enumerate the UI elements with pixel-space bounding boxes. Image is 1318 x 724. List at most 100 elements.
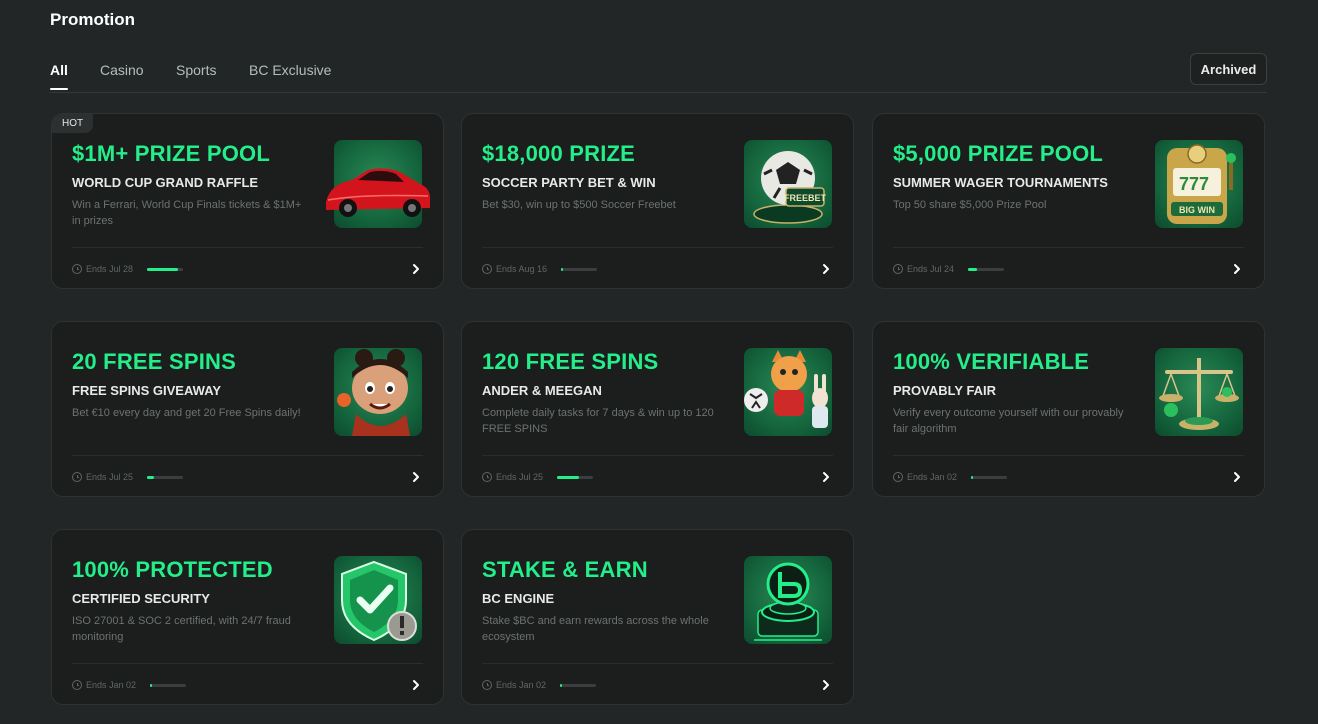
svg-text:777: 777: [1179, 174, 1209, 194]
tab-bc-exclusive[interactable]: BC Exclusive: [249, 62, 331, 78]
progress-fill: [560, 683, 563, 687]
promo-card[interactable]: 20 FREE SPINS FREE SPINS GIVEAWAY Bet €1…: [51, 321, 444, 497]
promo-card[interactable]: $5,000 PRIZE POOL SUMMER WAGER TOURNAMEN…: [872, 113, 1265, 289]
end-date: Ends Aug 16: [496, 264, 548, 274]
promo-subtitle: PROVABLY FAIR: [893, 383, 997, 398]
clock-icon: [893, 472, 903, 482]
progress-bar: [150, 683, 187, 687]
soccer-ball-freebet-icon: FREEBET: [744, 140, 832, 228]
progress-bar: [561, 267, 598, 271]
promo-footer: Ends Jul 24: [893, 263, 1005, 275]
balance-scale-icon: [1155, 348, 1243, 436]
progress-fill: [971, 475, 974, 479]
tab-casino[interactable]: Casino: [100, 62, 144, 78]
promo-card[interactable]: 100% PROTECTED CERTIFIED SECURITY ISO 27…: [51, 529, 444, 705]
divider: [72, 455, 423, 456]
promo-footer: Ends Jan 02: [72, 679, 187, 691]
promo-card[interactable]: HOT $1M+ PRIZE POOL WORLD CUP GRAND RAFF…: [51, 113, 444, 289]
shield-check-icon: [334, 556, 422, 644]
progress-fill: [557, 475, 579, 479]
cat-and-rabbit-icon: [744, 348, 832, 436]
progress-bar: [147, 267, 184, 271]
chevron-right-icon[interactable]: [409, 678, 423, 692]
promo-description: Stake $BC and earn rewards across the wh…: [482, 615, 709, 643]
promo-subtitle: FREE SPINS GIVEAWAY: [72, 383, 222, 398]
end-date: Ends Jul 25: [86, 472, 134, 482]
progress-bar: [557, 475, 594, 479]
divider: [72, 663, 423, 664]
promo-card[interactable]: 100% VERIFIABLE PROVABLY FAIR Verify eve…: [872, 321, 1265, 497]
promo-title: 100% VERIFIABLE: [893, 349, 1090, 374]
progress-fill: [147, 267, 178, 271]
progress-bar: [971, 475, 1008, 479]
slot-machine-icon: 777 BIG WIN: [1155, 140, 1243, 228]
clock-icon: [482, 680, 492, 690]
promo-subtitle: CERTIFIED SECURITY: [72, 591, 210, 606]
tab-all[interactable]: All: [50, 62, 68, 90]
promo-card[interactable]: STAKE & EARN BC ENGINE Stake $BC and ear…: [461, 529, 854, 705]
end-date: Ends Jan 02: [496, 680, 547, 690]
chevron-right-icon[interactable]: [1230, 262, 1244, 276]
chevron-right-icon[interactable]: [409, 470, 423, 484]
divider: [482, 455, 833, 456]
chevron-right-icon[interactable]: [409, 262, 423, 276]
clock-icon: [482, 264, 492, 274]
progress-fill: [147, 475, 155, 479]
svg-text:FREEBET: FREEBET: [784, 193, 827, 203]
end-date: Ends Jul 25: [496, 472, 544, 482]
chevron-right-icon[interactable]: [819, 470, 833, 484]
divider: [893, 247, 1244, 248]
promo-description: Bet €10 every day and get 20 Free Spins …: [72, 407, 301, 419]
promo-title: $5,000 PRIZE POOL: [893, 141, 1104, 166]
promo-footer: Ends Aug 16: [482, 263, 598, 275]
chevron-right-icon[interactable]: [819, 262, 833, 276]
hot-badge: HOT: [52, 114, 94, 133]
tab-sports[interactable]: Sports: [176, 62, 216, 78]
clock-icon: [72, 680, 82, 690]
chevron-right-icon[interactable]: [1230, 470, 1244, 484]
promo-card[interactable]: $18,000 PRIZE SOCCER PARTY BET & WIN Bet…: [461, 113, 854, 289]
promo-description: Complete daily tasks for 7 days & win up…: [482, 407, 714, 435]
promo-title: STAKE & EARN: [482, 557, 648, 582]
promo-description: ISO 27001 & SOC 2 certified, with 24/7 f…: [72, 615, 291, 643]
promo-description: Top 50 share $5,000 Prize Pool: [893, 199, 1047, 211]
promo-description: Verify every outcome yourself with our p…: [893, 407, 1124, 435]
promo-description: Bet $30, win up to $500 Soccer Freebet: [482, 199, 676, 211]
promo-footer: Ends Jan 02: [482, 679, 597, 691]
promo-footer: Ends Jul 25: [72, 471, 184, 483]
end-date: Ends Jul 28: [86, 264, 134, 274]
promo-title: 20 FREE SPINS: [72, 349, 236, 374]
red-sports-car-icon: [326, 140, 430, 228]
end-date: Ends Jan 02: [86, 680, 137, 690]
chevron-right-icon[interactable]: [819, 678, 833, 692]
divider: [893, 455, 1244, 456]
promo-subtitle: SUMMER WAGER TOURNAMENTS: [893, 175, 1108, 190]
end-date: Ends Jan 02: [907, 472, 958, 482]
promo-title: 120 FREE SPINS: [482, 349, 659, 374]
divider: [482, 663, 833, 664]
promo-footer: Ends Jan 02: [893, 471, 1008, 483]
end-date: Ends Jul 24: [907, 264, 955, 274]
promo-subtitle: ANDER & MEEGAN: [482, 383, 602, 398]
divider: [482, 247, 833, 248]
promo-card[interactable]: 120 FREE SPINS ANDER & MEEGAN Complete d…: [461, 321, 854, 497]
category-tabs: All Casino Sports BC Exclusive: [50, 62, 1267, 93]
promo-title: $1M+ PRIZE POOL: [72, 141, 270, 166]
promo-title: $18,000 PRIZE: [482, 141, 636, 166]
bc-engine-icon: [744, 556, 832, 644]
svg-text:BIG WIN: BIG WIN: [1179, 205, 1215, 215]
page-title: Promotion: [50, 10, 135, 29]
promo-footer: Ends Jul 28: [72, 263, 184, 275]
clock-icon: [482, 472, 492, 482]
promo-description: Win a Ferrari, World Cup Finals tickets …: [72, 199, 302, 227]
progress-fill: [561, 267, 564, 271]
progress-fill: [968, 267, 978, 271]
archived-button[interactable]: Archived: [1190, 53, 1267, 85]
promo-footer: Ends Jul 25: [482, 471, 594, 483]
promo-subtitle: SOCCER PARTY BET & WIN: [482, 175, 656, 190]
divider: [72, 247, 423, 248]
progress-bar: [560, 683, 597, 687]
cartoon-kid-icon: [334, 348, 422, 436]
clock-icon: [893, 264, 903, 274]
progress-bar: [147, 475, 184, 479]
